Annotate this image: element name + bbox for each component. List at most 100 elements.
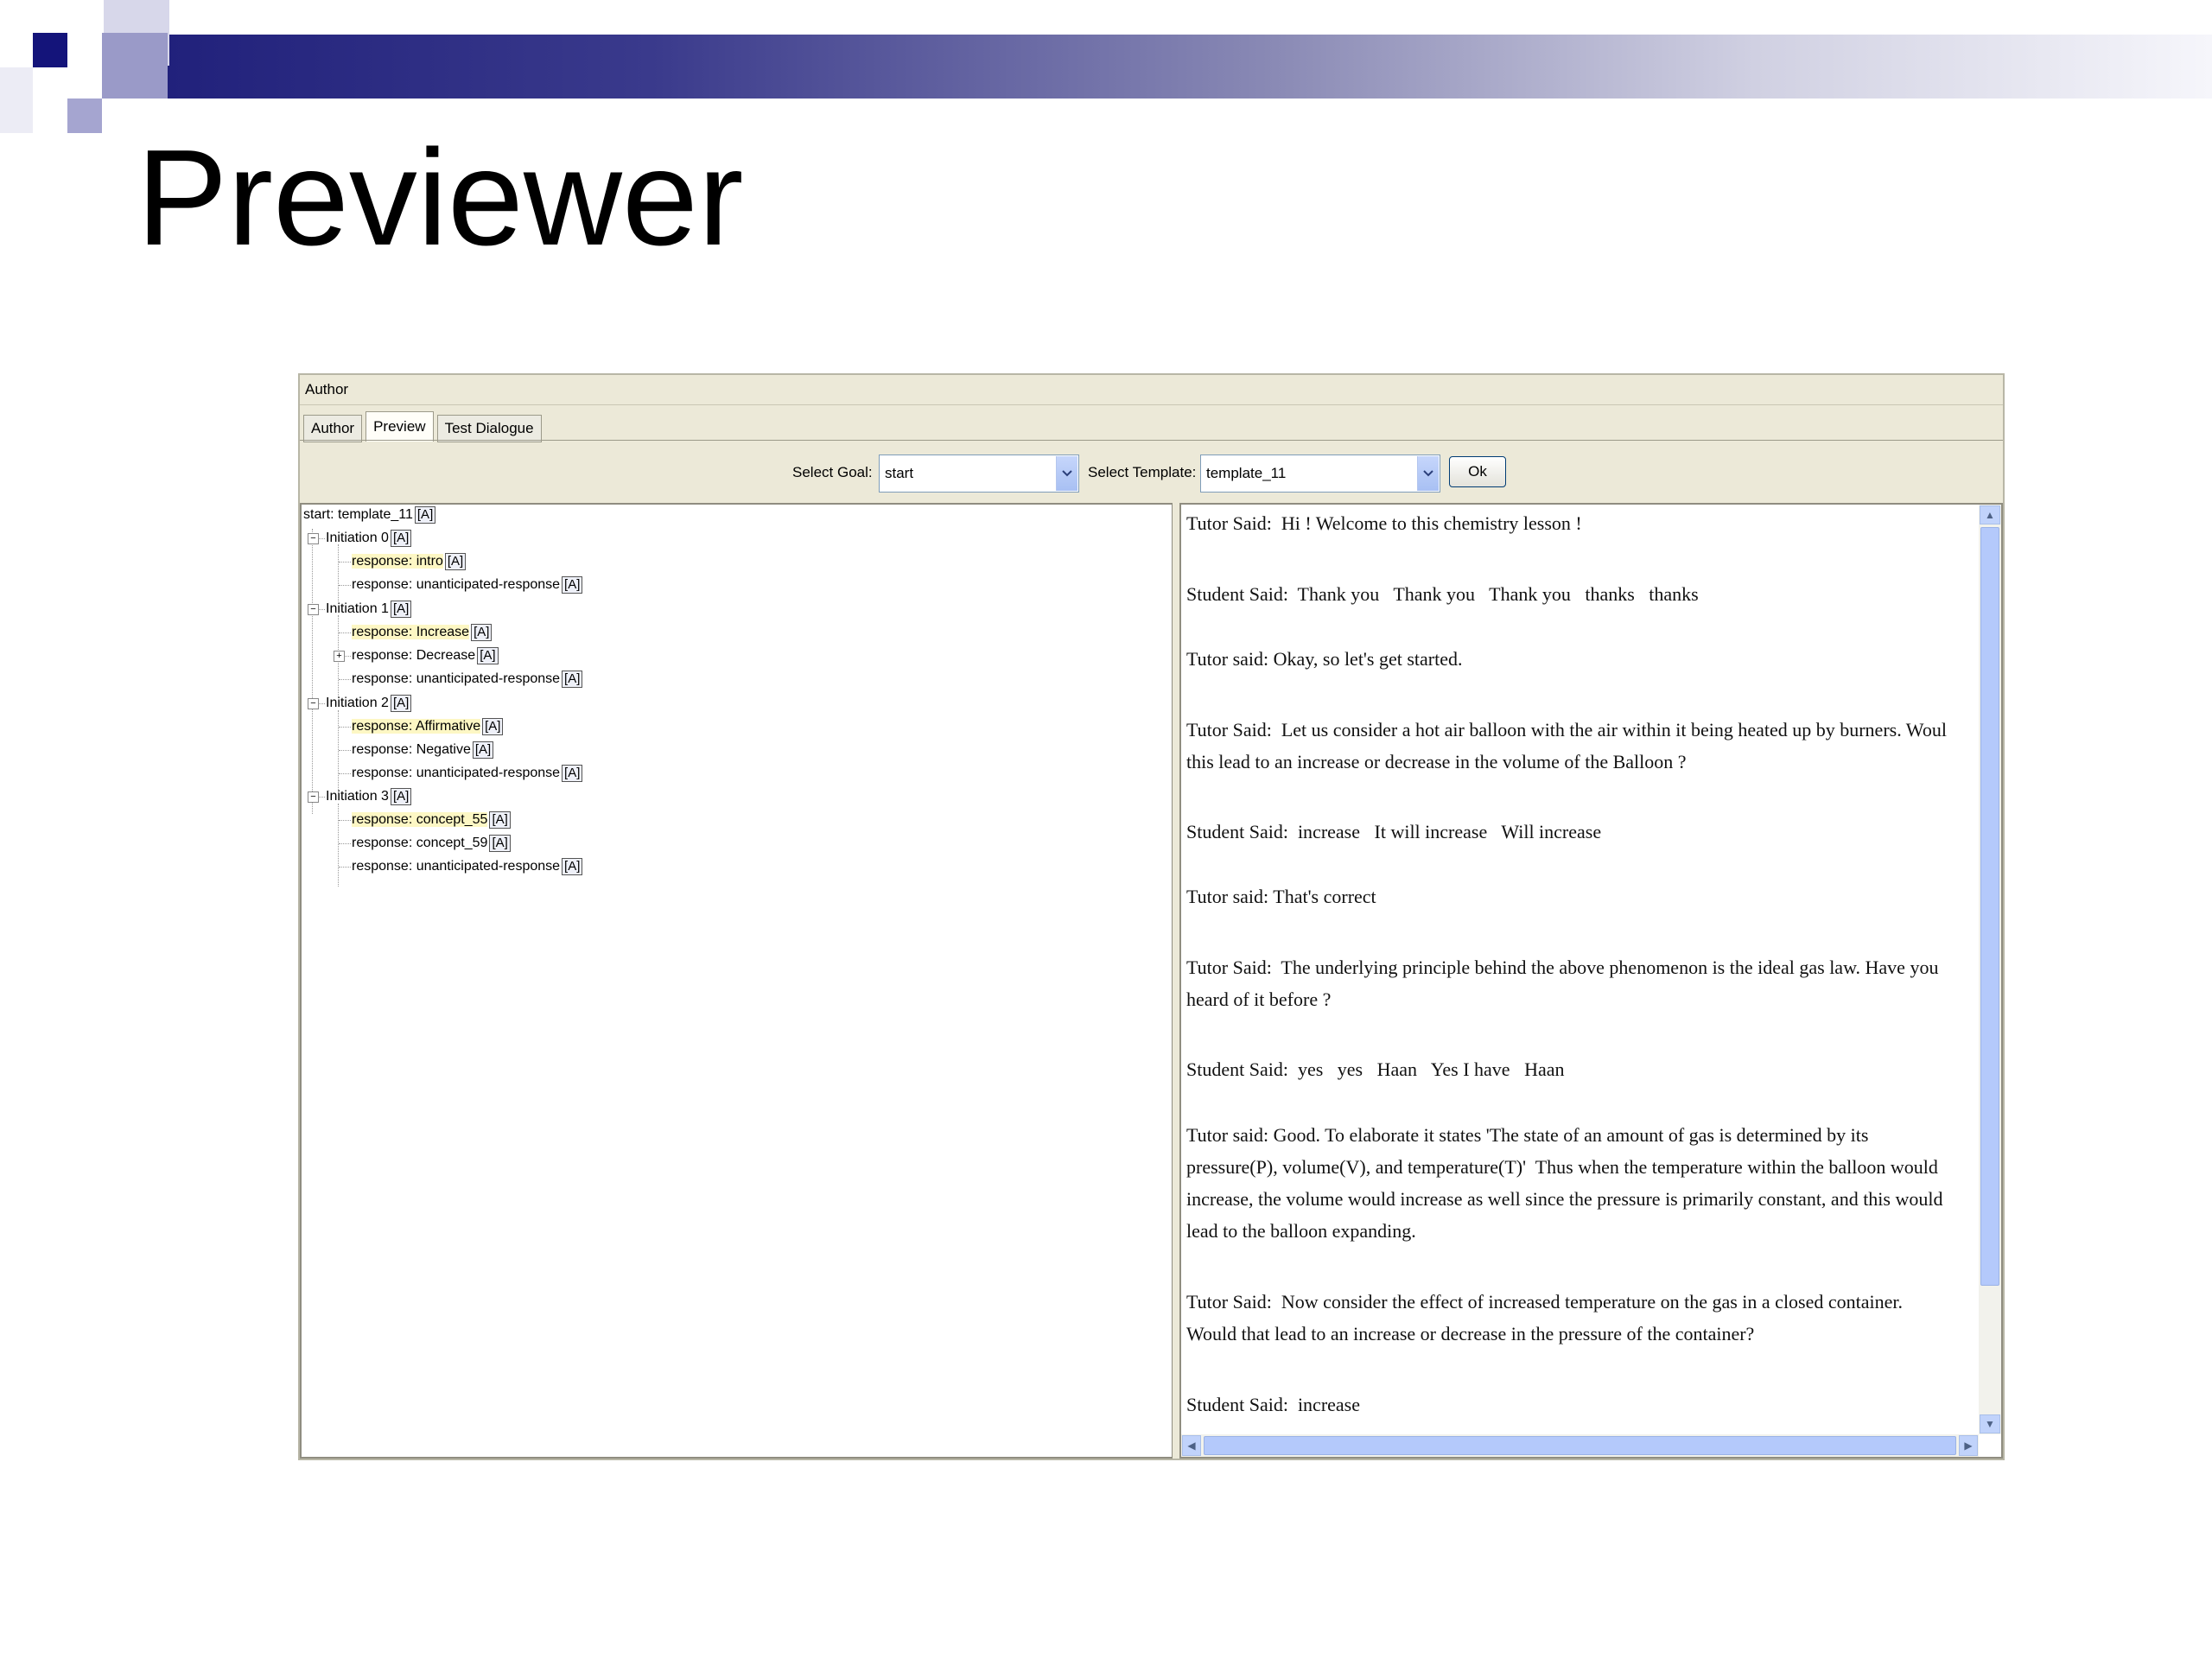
- scroll-left-icon[interactable]: ◀: [1182, 1435, 1201, 1456]
- tree-connector: [338, 710, 339, 793]
- action-button[interactable]: [A]: [390, 601, 412, 618]
- action-button[interactable]: [A]: [562, 576, 583, 594]
- dialogue-line: lead to the balloon expanding.: [1186, 1220, 1416, 1242]
- horizontal-scrollbar[interactable]: ◀ ▶: [1181, 1434, 1979, 1457]
- deco-square: [0, 67, 33, 133]
- dialogue-line: Tutor Said: Hi ! Welcome to this chemist…: [1186, 512, 1582, 534]
- response-label: response: unanticipated-response: [352, 859, 561, 874]
- chevron-down-icon[interactable]: [1056, 456, 1077, 491]
- action-button[interactable]: [A]: [482, 718, 504, 735]
- dialogue-line: this lead to an increase or decrease in …: [1186, 751, 1687, 772]
- dialogue-line: Tutor Said: Now consider the effect of i…: [1186, 1291, 1904, 1313]
- tree-connector: [339, 585, 351, 586]
- initiation-label: Initiation 3: [326, 789, 389, 804]
- select-goal-value: start: [885, 465, 914, 481]
- divider: [300, 440, 2003, 441]
- tree-connector: [312, 529, 313, 814]
- scroll-thumb[interactable]: [1204, 1436, 1956, 1455]
- dialogue-line: Tutor said: Okay, so let's get started.: [1186, 648, 1463, 670]
- tree-connector: [339, 562, 351, 563]
- window-title: Author: [305, 381, 349, 397]
- action-button[interactable]: [A]: [477, 647, 499, 664]
- tree-connector: [339, 679, 351, 680]
- tree-node-response[interactable]: response: intro [A]: [352, 551, 467, 572]
- tab-author[interactable]: Author: [303, 415, 363, 442]
- split-pane-divider[interactable]: [1173, 503, 1179, 1459]
- dialogue-line: Student Said: Thank you Thank you Thank …: [1186, 583, 1699, 605]
- author-window: Author Author Preview Test Dialogue Sele…: [298, 373, 2005, 1460]
- scroll-right-icon[interactable]: ▶: [1959, 1435, 1978, 1456]
- action-button[interactable]: [A]: [390, 695, 412, 712]
- chevron-down-icon[interactable]: [1417, 456, 1439, 491]
- tree-root[interactable]: start: template_11 [A]: [303, 505, 436, 525]
- tree-node-response[interactable]: response: Negative [A]: [352, 740, 494, 760]
- action-button[interactable]: [A]: [472, 741, 494, 759]
- dialogue-line: Student Said: increase: [1186, 1394, 1361, 1415]
- tree-connector: [339, 773, 351, 774]
- tree-node-response[interactable]: response: concept_59 [A]: [352, 833, 511, 854]
- action-button[interactable]: [A]: [562, 858, 583, 875]
- action-button[interactable]: [A]: [390, 530, 412, 547]
- scroll-thumb[interactable]: [1980, 527, 1999, 1286]
- dialogue-line: increase, the volume would increase as w…: [1186, 1188, 1943, 1210]
- deco-square: [33, 33, 67, 67]
- tree-node-response[interactable]: response: unanticipated-response [A]: [352, 669, 583, 690]
- dialogue-line: Tutor Said: Let us consider a hot air ba…: [1186, 719, 1947, 741]
- tree-connector: [338, 804, 339, 887]
- action-button[interactable]: [A]: [489, 835, 511, 852]
- action-button[interactable]: [A]: [471, 624, 493, 641]
- tree-node-response[interactable]: response: unanticipated-response [A]: [352, 763, 583, 784]
- tree-connector: [339, 843, 351, 844]
- scroll-up-icon[interactable]: ▲: [1980, 505, 2000, 524]
- response-label: response: concept_59: [352, 836, 488, 850]
- action-button[interactable]: [A]: [562, 765, 583, 782]
- scroll-down-icon[interactable]: ▼: [1980, 1414, 2000, 1433]
- initiation-label: Initiation 0: [326, 531, 389, 545]
- tree-node-response[interactable]: response: concept_55 [A]: [352, 810, 511, 830]
- select-template-dropdown[interactable]: template_11: [1200, 454, 1440, 493]
- slide-title: Previewer: [137, 122, 744, 274]
- tree-connector: [318, 797, 325, 798]
- initiation-label: Initiation 2: [326, 696, 389, 710]
- tree-node-initiation[interactable]: Initiation 2 [A]: [326, 693, 412, 714]
- select-template-value: template_11: [1206, 465, 1287, 481]
- tree-root-label: start: template_11: [303, 507, 413, 522]
- tree-node-initiation[interactable]: Initiation 1 [A]: [326, 599, 412, 620]
- response-label: response: intro: [352, 554, 443, 569]
- initiation-label: Initiation 1: [326, 601, 389, 616]
- select-goal-dropdown[interactable]: start: [879, 454, 1079, 493]
- dialogue-preview: Tutor Said: Hi ! Welcome to this chemist…: [1179, 503, 2003, 1459]
- tree-node-response[interactable]: response: Decrease [A]: [352, 645, 499, 666]
- dialogue-line: Would that lead to an increase or decrea…: [1186, 1323, 1755, 1344]
- ok-button[interactable]: Ok: [1449, 456, 1506, 487]
- response-label: response: Affirmative: [352, 719, 481, 734]
- tree-connector: [339, 820, 351, 821]
- tree-node-initiation[interactable]: Initiation 0 [A]: [326, 528, 412, 549]
- tab-preview[interactable]: Preview: [365, 411, 434, 442]
- tree-node-response[interactable]: response: unanticipated-response [A]: [352, 575, 583, 595]
- action-button[interactable]: [A]: [489, 811, 511, 829]
- tree-connector: [339, 632, 351, 633]
- action-button[interactable]: [A]: [444, 553, 467, 570]
- tree-node-response[interactable]: response: unanticipated-response [A]: [352, 856, 583, 877]
- tree-connector: [339, 750, 351, 751]
- select-goal-label: Select Goal:: [792, 464, 873, 480]
- title-gradient-bar: [131, 35, 2212, 99]
- action-button[interactable]: [A]: [390, 788, 412, 805]
- tree-node-response[interactable]: response: Increase [A]: [352, 622, 493, 643]
- action-button[interactable]: [A]: [414, 506, 436, 524]
- dialogue-line: Tutor said: That's correct: [1186, 886, 1376, 907]
- vertical-scrollbar[interactable]: ▲ ▼: [1979, 505, 2001, 1434]
- dialogue-line: heard of it before ?: [1186, 988, 1332, 1010]
- tree-node-response[interactable]: response: Affirmative [A]: [352, 716, 504, 737]
- dialogue-line: Tutor Said: The underlying principle beh…: [1186, 957, 1939, 978]
- tree-connector: [318, 703, 325, 704]
- deco-square: [102, 33, 168, 99]
- tree-node-initiation[interactable]: Initiation 3 [A]: [326, 786, 412, 807]
- tab-test-dialogue[interactable]: Test Dialogue: [436, 415, 542, 442]
- response-label: response: Decrease: [352, 648, 476, 663]
- action-button[interactable]: [A]: [562, 671, 583, 688]
- response-label: response: concept_55: [352, 812, 488, 827]
- dialogue-line: Student Said: yes yes Haan Yes I have Ha…: [1186, 1058, 1565, 1080]
- toolbar: Select Goal: start Select Template: temp…: [300, 448, 2003, 501]
